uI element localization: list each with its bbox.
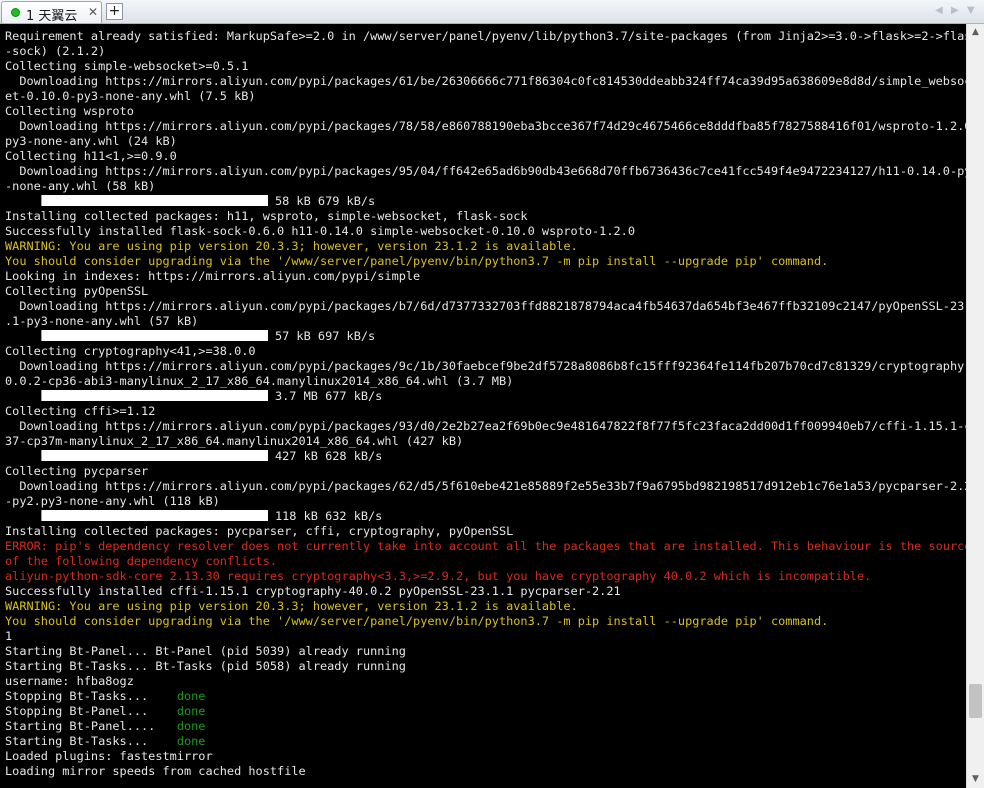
terminal-line: ERROR: pip's dependency resolver does no…	[5, 539, 966, 553]
terminal-line: Successfully installed cffi-1.15.1 crypt…	[5, 584, 621, 598]
terminal-line: Installing collected packages: pycparser…	[5, 524, 514, 538]
terminal-line: Collecting cryptography<41,>=38.0.0	[5, 344, 256, 358]
terminal-line: WARNING: You are using pip version 20.3.…	[5, 599, 578, 613]
session-tab[interactable]: 1 天翼云 ✕	[1, 1, 102, 24]
terminal-line: Starting Bt-Tasks... done	[5, 734, 205, 749]
terminal-line: Downloading https://mirrors.aliyun.com/p…	[5, 74, 966, 88]
done-status: done	[176, 734, 206, 748]
terminal-line: Collecting h11<1,>=0.9.0	[5, 149, 177, 163]
scroll-down-icon[interactable]: ▼	[967, 771, 984, 788]
terminal-line: 37-cp37m-manylinux_2_17_x86_64.manylinux…	[5, 434, 464, 448]
download-progress-text: 58 kB 679 kB/s	[267, 194, 376, 208]
done-status: done	[176, 689, 206, 703]
download-progress-bar	[40, 195, 268, 206]
new-tab-button[interactable]: +	[106, 3, 123, 20]
terminal-line: et-0.10.0-py3-none-any.whl (7.5 kB)	[5, 89, 256, 103]
tab-list-menu-icon[interactable]: ▼	[967, 5, 975, 16]
service-action-text: Starting Bt-Tasks...	[5, 734, 177, 748]
terminal-line: Downloading https://mirrors.aliyun.com/p…	[5, 359, 966, 373]
scroll-tabs-left-icon[interactable]: ◀	[935, 5, 943, 16]
terminal-line: username: hfba8ogz	[5, 674, 134, 688]
download-progress-bar	[40, 450, 268, 461]
terminal-output[interactable]: Requirement already satisfied: MarkupSaf…	[0, 24, 966, 788]
terminal-line: Loading mirror speeds from cached hostfi…	[5, 764, 306, 778]
terminal-line: .1-py3-none-any.whl (57 kB)	[5, 314, 199, 328]
terminal-line: Collecting cffi>=1.12	[5, 404, 156, 418]
download-progress-text: 57 kB 697 kB/s	[267, 329, 376, 343]
terminal-line: Downloading https://mirrors.aliyun.com/p…	[5, 479, 966, 493]
terminal-line: 58 kB 679 kB/s	[5, 194, 375, 209]
terminal-line: Downloading https://mirrors.aliyun.com/p…	[5, 419, 966, 433]
connected-status-icon	[11, 8, 20, 17]
download-progress-bar	[40, 330, 268, 341]
terminal-line: of the following dependency conflicts.	[5, 554, 278, 568]
service-action-text: Stopping Bt-Tasks...	[5, 689, 177, 703]
terminal-line: Starting Bt-Panel.... done	[5, 719, 205, 734]
terminal-line: py3-none-any.whl (24 kB)	[5, 134, 177, 148]
scroll-tabs-right-icon[interactable]: ▶	[951, 5, 959, 16]
download-progress-bar	[40, 510, 268, 521]
terminal-line: Starting Bt-Tasks... Bt-Tasks (pid 5058)…	[5, 659, 406, 673]
terminal-line: 57 kB 697 kB/s	[5, 329, 375, 344]
terminal-line: Downloading https://mirrors.aliyun.com/p…	[5, 299, 966, 313]
terminal-line: -py2.py3-none-any.whl (118 kB)	[5, 494, 220, 508]
terminal-line: Stopping Bt-Panel... done	[5, 704, 205, 719]
terminal-line: 427 kB 628 kB/s	[5, 449, 382, 464]
terminal-line: aliyun-python-sdk-core 2.13.30 requires …	[5, 569, 872, 583]
terminal-line: Installing collected packages: h11, wspr…	[5, 209, 528, 223]
terminal-line: 3.7 MB 677 kB/s	[5, 389, 382, 404]
tab-bar: 1 天翼云 ✕ + ◀ ▶ ▼	[0, 0, 984, 24]
terminal-line: Starting Bt-Panel... Bt-Panel (pid 5039)…	[5, 644, 406, 658]
done-status: done	[176, 719, 206, 733]
terminal-line: -none-any.whl (58 kB)	[5, 179, 156, 193]
service-action-text: Stopping Bt-Panel...	[5, 704, 177, 718]
done-status: done	[176, 704, 206, 718]
terminal-line: Downloading https://mirrors.aliyun.com/p…	[5, 164, 966, 178]
scrollbar-thumb[interactable]	[969, 684, 982, 718]
terminal-line: Looking in indexes: https://mirrors.aliy…	[5, 269, 421, 283]
terminal-line: 1	[5, 629, 13, 643]
download-progress-text: 3.7 MB 677 kB/s	[267, 389, 383, 403]
terminal-line: Collecting wsproto	[5, 104, 134, 118]
terminal-line: -sock) (2.1.2)	[5, 44, 106, 58]
terminal-line: You should consider upgrading via the '/…	[5, 254, 829, 268]
terminal-line: Downloading https://mirrors.aliyun.com/p…	[5, 119, 966, 133]
terminal-line: You should consider upgrading via the '/…	[5, 614, 829, 628]
terminal-line: Loaded plugins: fastestmirror	[5, 749, 213, 763]
download-progress-bar	[40, 390, 268, 401]
terminal-line: Collecting pyOpenSSL	[5, 284, 149, 298]
terminal-scrollbar[interactable]: ▲ ▼	[966, 24, 984, 788]
terminal-line: Stopping Bt-Tasks... done	[5, 689, 205, 704]
download-progress-text: 427 kB 628 kB/s	[267, 449, 383, 463]
session-tab-label: 1 天翼云	[26, 9, 78, 24]
close-tab-icon[interactable]: ✕	[88, 5, 98, 19]
terminal-line: 0.0.2-cp36-abi3-manylinux_2_17_x86_64.ma…	[5, 374, 514, 388]
download-progress-text: 118 kB 632 kB/s	[267, 509, 383, 523]
terminal-line: 118 kB 632 kB/s	[5, 509, 382, 524]
scroll-up-icon[interactable]: ▲	[967, 24, 984, 41]
terminal-line: Collecting pycparser	[5, 464, 149, 478]
terminal-line: Requirement already satisfied: MarkupSaf…	[5, 29, 966, 43]
terminal-line: Collecting simple-websocket>=0.5.1	[5, 59, 249, 73]
service-action-text: Starting Bt-Panel....	[5, 719, 177, 733]
terminal-line: WARNING: You are using pip version 20.3.…	[5, 239, 578, 253]
terminal-line: Successfully installed flask-sock-0.6.0 …	[5, 224, 635, 238]
